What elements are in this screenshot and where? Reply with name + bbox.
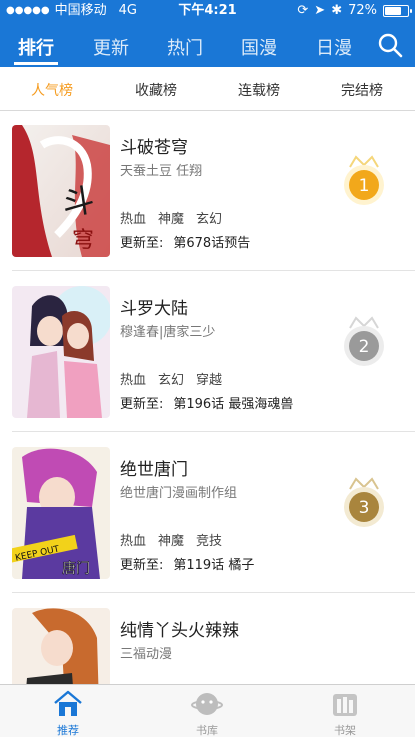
active-tab-indicator <box>14 62 58 65</box>
top-nav: 排行 更新 热门 国漫 日漫 <box>0 24 415 66</box>
update-label: 更新至: <box>120 236 164 251</box>
status-bar: ●●●●● 中国移动 4G 下午4:21 ⟳ ➤ ✱ 72% <box>0 0 415 22</box>
update-value: 第678话预告 <box>173 236 251 251</box>
comic-update: 更新至: 第678话预告 <box>120 232 250 251</box>
comic-list: 斗 穹 斗破苍穹 天蚕土豆 任翔 热血 神魔 玄幻 更新至: 第678话预告 1 <box>0 111 415 684</box>
comic-tags: 热血 神魔 竞技 <box>120 530 222 549</box>
comic-title: 绝世唐门 <box>120 460 188 480</box>
header: ●●●●● 中国移动 4G 下午4:21 ⟳ ➤ ✱ 72% 排行 更新 热门 … <box>0 0 415 67</box>
tab-ranking[interactable]: 排行 <box>18 34 54 60</box>
tag: 热血 <box>120 373 147 388</box>
tab-japanese[interactable]: 日漫 <box>316 34 352 60</box>
rank-number: 3 <box>359 498 370 518</box>
tabbar-library[interactable]: 书库 <box>167 685 247 737</box>
update-label: 更新至: <box>120 558 164 573</box>
tag: 玄幻 <box>196 212 223 227</box>
comic-author: 绝世唐门漫画制作组 <box>120 486 238 501</box>
comic-cover[interactable]: 斗 穹 <box>12 125 110 257</box>
rank-medal-icon: 2 <box>344 316 384 366</box>
search-icon[interactable] <box>377 32 403 58</box>
comic-item[interactable]: 斗罗大陆 穆逢春|唐家三少 热血 玄幻 穿越 更新至: 第196话 最强海魂兽 2 <box>0 272 415 432</box>
comic-cover[interactable]: KEEP OUT 唐门 <box>12 447 110 579</box>
rotation-lock-icon: ⟳ <box>297 3 309 18</box>
comic-item[interactable]: 斗 穹 斗破苍穹 天蚕土豆 任翔 热血 神魔 玄幻 更新至: 第678话预告 1 <box>0 111 415 271</box>
subtab-favorites[interactable]: 收藏榜 <box>135 80 177 100</box>
tab-domestic[interactable]: 国漫 <box>241 34 277 60</box>
svg-text:斗: 斗 <box>60 181 97 223</box>
bottom-tab-bar: 推荐 书库 书架 <box>0 684 415 737</box>
rank-medal-icon: 1 <box>344 155 384 205</box>
comic-item[interactable]: 纯情丫头火辣辣 三福动漫 <box>0 594 415 684</box>
update-value: 第119话 橘子 <box>173 558 255 573</box>
divider <box>12 431 415 432</box>
comic-update: 更新至: 第119话 橘子 <box>120 554 254 573</box>
bluetooth-icon: ✱ <box>331 3 343 18</box>
svg-text:穹: 穹 <box>72 228 94 253</box>
divider <box>12 592 415 593</box>
comic-author: 三福动漫 <box>120 647 173 662</box>
tabbar-bookshelf[interactable]: 书架 <box>305 685 385 737</box>
battery-icon <box>383 5 412 17</box>
rank-number: 2 <box>359 337 370 357</box>
tag: 神魔 <box>158 534 185 549</box>
svg-text:唐门: 唐门 <box>62 560 90 577</box>
update-label: 更新至: <box>120 397 164 412</box>
tabbar-recommend[interactable]: 推荐 <box>28 685 108 737</box>
rank-number: 1 <box>359 176 370 196</box>
app-screen: ●●●●● 中国移动 4G 下午4:21 ⟳ ➤ ✱ 72% 排行 更新 热门 … <box>0 0 415 737</box>
comic-title: 纯情丫头火辣辣 <box>120 621 239 641</box>
subtab-serializing[interactable]: 连载榜 <box>238 80 280 100</box>
tag: 热血 <box>120 534 147 549</box>
tag: 穿越 <box>196 373 223 388</box>
comic-cover[interactable] <box>12 286 110 418</box>
comic-tags: 热血 神魔 玄幻 <box>120 208 222 227</box>
tabbar-label: 推荐 <box>57 724 79 737</box>
update-value: 第196话 最强海魂兽 <box>173 397 294 412</box>
tab-update[interactable]: 更新 <box>93 34 129 60</box>
location-icon: ➤ <box>314 3 326 18</box>
subtab-popular[interactable]: 人气榜 <box>31 80 73 100</box>
bookshelf-icon <box>333 694 357 716</box>
comic-title: 斗罗大陆 <box>120 299 188 319</box>
comic-update: 更新至: 第196话 最强海魂兽 <box>120 393 293 412</box>
comic-cover[interactable] <box>12 608 110 684</box>
tabbar-label: 书库 <box>196 724 218 737</box>
tag: 竞技 <box>196 534 223 549</box>
battery-percent: 72% <box>348 3 377 18</box>
tab-hot[interactable]: 热门 <box>167 34 203 60</box>
comic-author: 天蚕土豆 任翔 <box>120 164 203 179</box>
tag: 神魔 <box>158 212 185 227</box>
divider <box>12 270 415 271</box>
ranking-subtabs: 人气榜 收藏榜 连载榜 完结榜 <box>0 67 415 111</box>
rank-medal-icon: 3 <box>344 477 384 527</box>
battery-fill <box>385 7 401 15</box>
comic-author: 穆逢春|唐家三少 <box>120 325 216 340</box>
tabbar-label: 书架 <box>334 724 356 737</box>
planet-icon <box>191 693 223 715</box>
tag: 热血 <box>120 212 147 227</box>
subtab-completed[interactable]: 完结榜 <box>341 80 383 100</box>
comic-item[interactable]: KEEP OUT 唐门 绝世唐门 绝世唐门漫画制作组 热血 神魔 竞技 更新至:… <box>0 433 415 593</box>
home-icon <box>54 690 82 716</box>
tag: 玄幻 <box>158 373 185 388</box>
comic-title: 斗破苍穹 <box>120 138 188 158</box>
comic-tags: 热血 玄幻 穿越 <box>120 369 222 388</box>
